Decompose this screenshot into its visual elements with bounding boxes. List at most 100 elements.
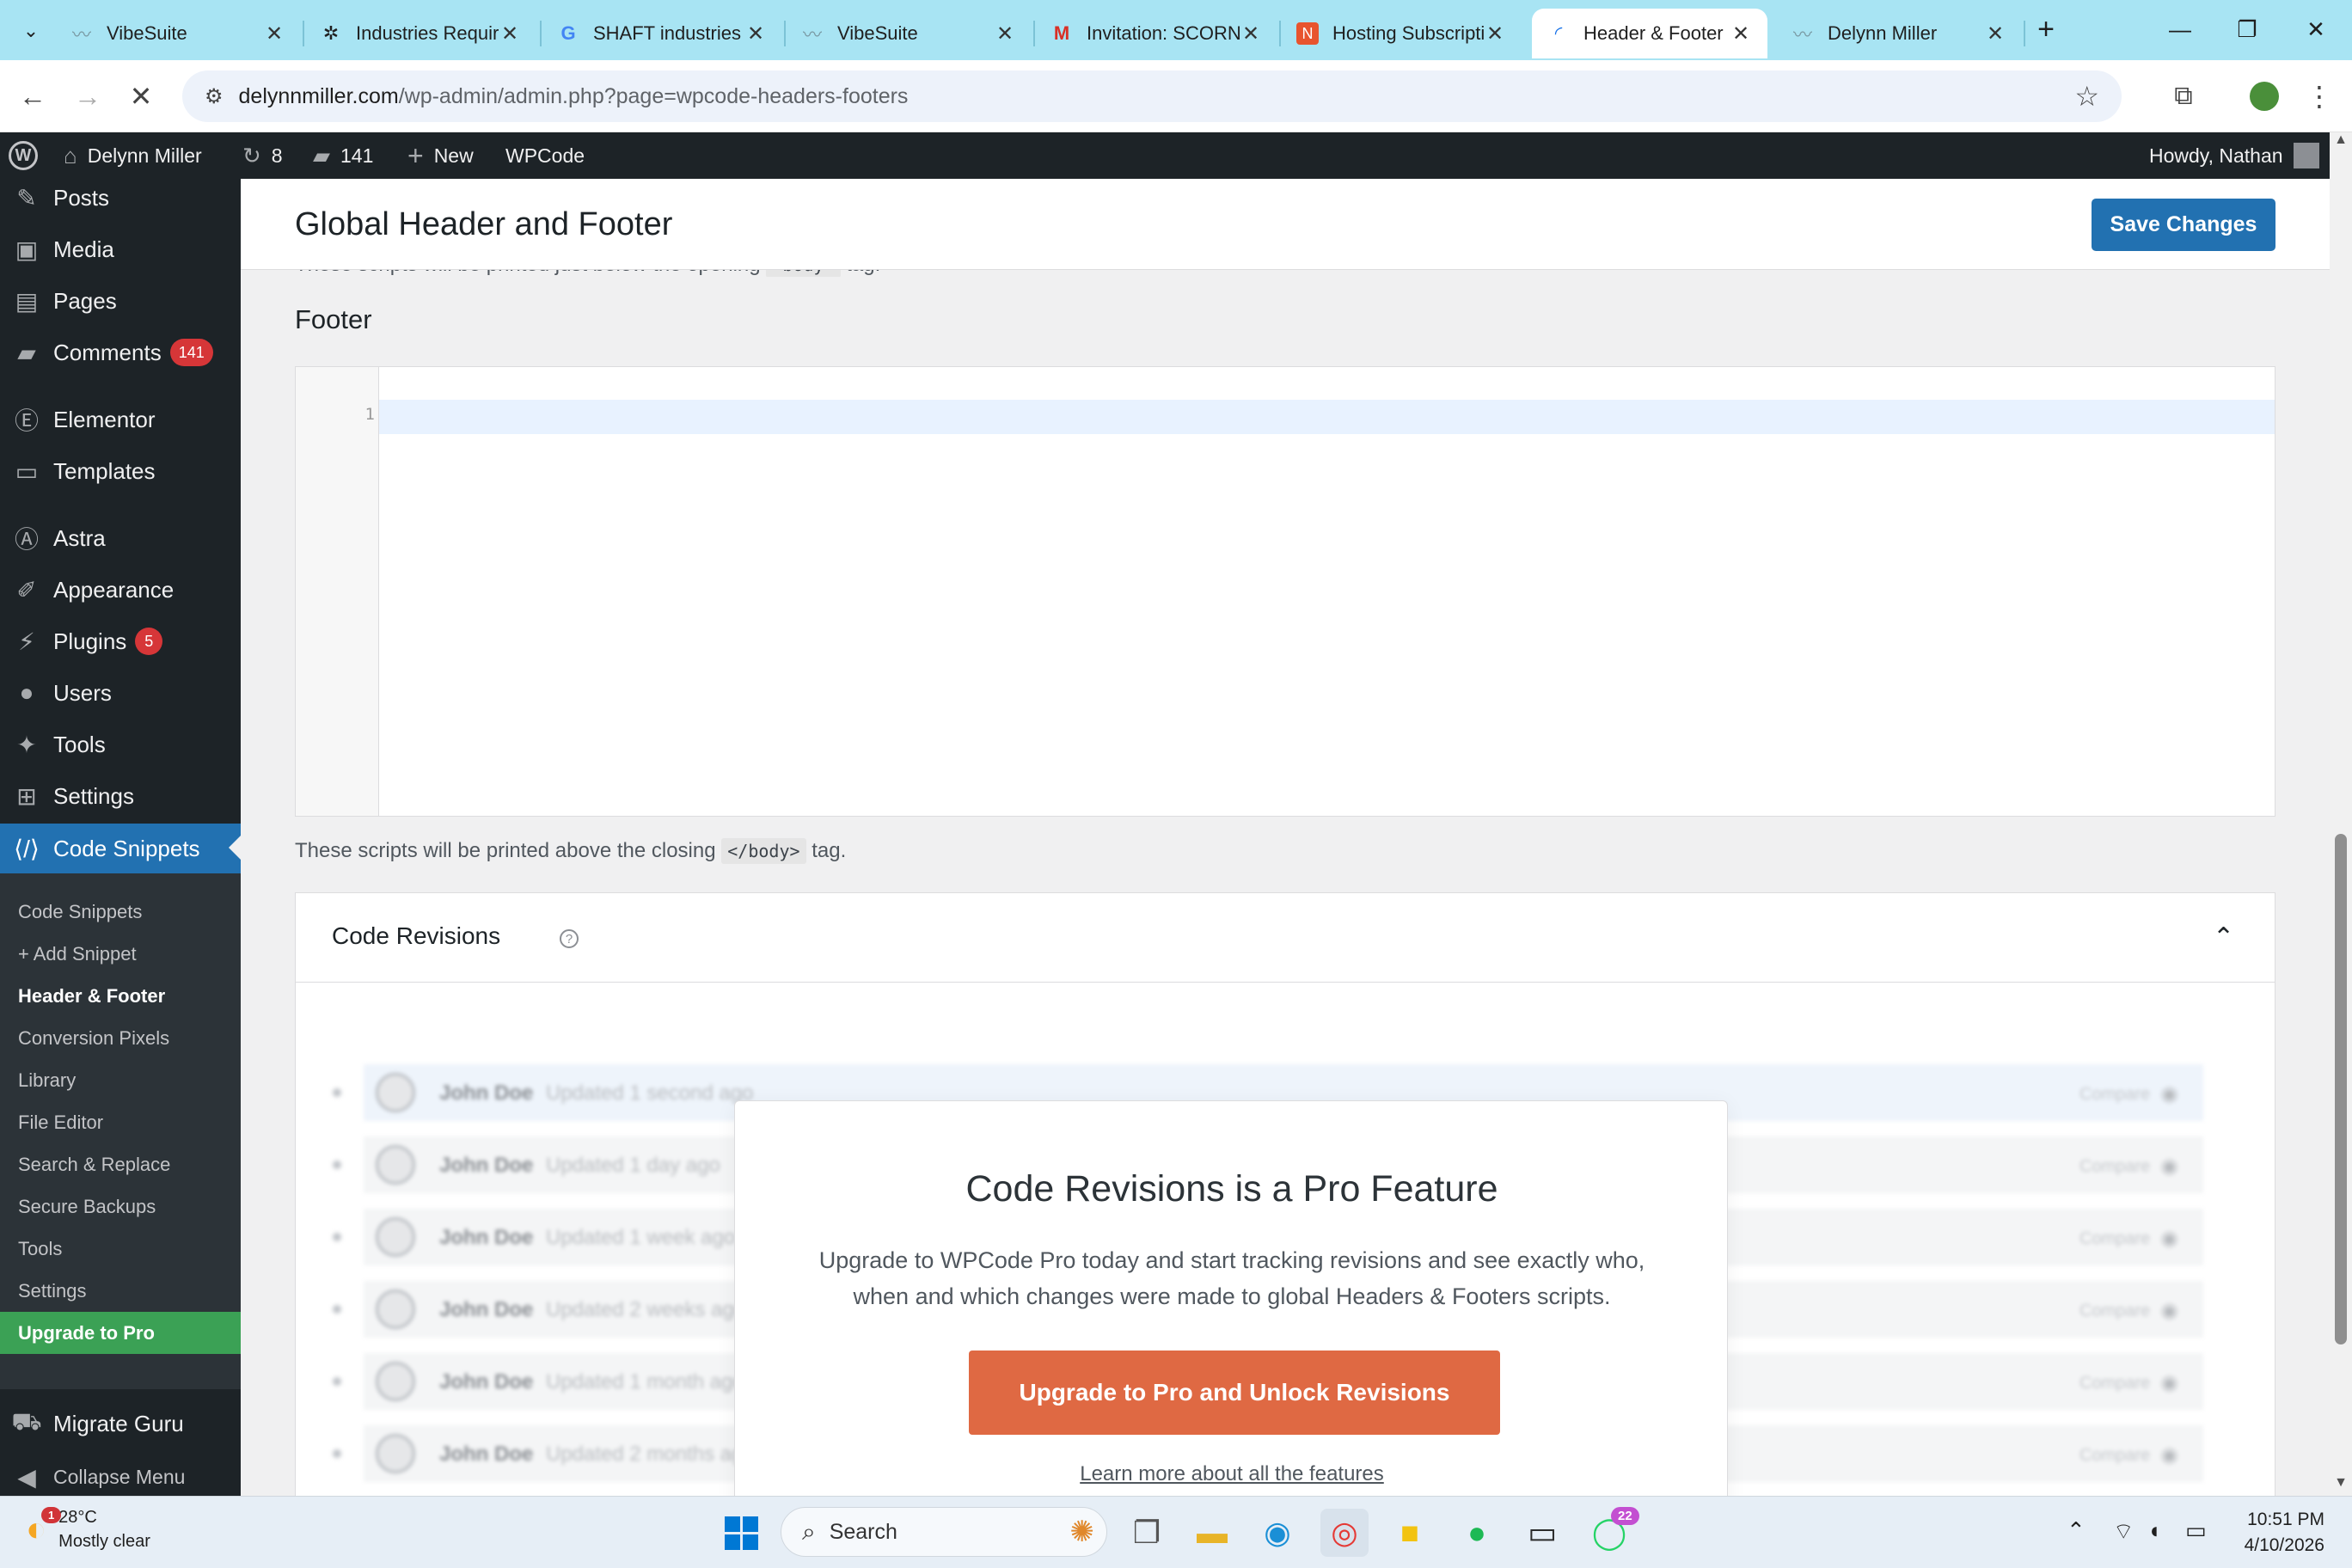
save-changes-button[interactable]: Save Changes	[2092, 199, 2275, 251]
close-tab-icon[interactable]: ✕	[1240, 21, 1262, 46]
chevron-up-icon[interactable]: ⌃	[2067, 1517, 2086, 1544]
eye-icon: ◉	[2160, 1299, 2178, 1322]
bookmark-star-icon[interactable]: ☆	[2074, 80, 2099, 113]
tab-search-button[interactable]: ⌄	[10, 12, 52, 50]
migrate-icon: ⛟	[11, 1408, 42, 1435]
submenu-file-editor[interactable]: File Editor	[0, 1101, 241, 1143]
volume-icon[interactable]: ◖	[2147, 1517, 2161, 1544]
submenu-settings[interactable]: Settings	[0, 1270, 241, 1312]
avatar	[376, 1434, 415, 1473]
collapse-menu-button[interactable]: ◀ Collapse Menu	[0, 1453, 241, 1501]
submenu-upgrade-to-pro[interactable]: Upgrade to Pro	[0, 1312, 241, 1354]
submenu-secure-backups[interactable]: Secure Backups	[0, 1185, 241, 1228]
forward-button[interactable]: →	[67, 76, 108, 117]
task-view-button[interactable]: ❐	[1123, 1509, 1171, 1557]
footer-code-editor[interactable]: 1	[295, 366, 2275, 817]
close-tab-icon[interactable]: ✕	[994, 21, 1016, 46]
gmail-icon: M	[1053, 22, 1070, 44]
browser-tab[interactable]: 〰 Delynn Miller ✕	[1776, 9, 2022, 58]
profile-button[interactable]	[2244, 76, 2285, 117]
taskbar-clock[interactable]: 10:51 PM 4/10/2026	[2235, 1507, 2324, 1559]
sidebar-item-tools[interactable]: ✦ Tools	[0, 720, 241, 769]
terminal-button[interactable]: ▭	[1518, 1509, 1566, 1557]
whatsapp-button[interactable]: ◯ 22	[1585, 1507, 1639, 1557]
site-info-icon[interactable]: ⚙	[205, 84, 224, 109]
submenu-header-footer[interactable]: Header & Footer	[0, 975, 241, 1017]
upgrade-unlock-revisions-button[interactable]: Upgrade to Pro and Unlock Revisions	[969, 1351, 1500, 1435]
extensions-button[interactable]: ⧉	[2163, 76, 2204, 117]
back-button[interactable]: ←	[12, 76, 53, 117]
submenu-library[interactable]: Library	[0, 1059, 241, 1101]
battery-icon[interactable]: ▭	[2185, 1517, 2207, 1544]
updates-link[interactable]: ↻ 8	[242, 132, 283, 179]
browser-tab-active[interactable]: ◜ Header & Footer ✕	[1532, 9, 1767, 58]
sidebar-item-settings[interactable]: ⊞ Settings	[0, 772, 241, 820]
submenu-tools[interactable]: Tools	[0, 1228, 241, 1270]
avatar	[376, 1289, 415, 1329]
sidebar-item-elementor[interactable]: Ⓔ Elementor	[0, 395, 241, 444]
eye-icon: ◉	[2160, 1082, 2178, 1106]
browser-tab[interactable]: G SHAFT industries ✕	[542, 9, 782, 58]
file-explorer-button[interactable]: ▬	[1188, 1509, 1236, 1557]
editor-active-line[interactable]	[379, 400, 2275, 434]
close-tab-icon[interactable]: ✕	[1730, 21, 1752, 46]
scrollbar-thumb[interactable]	[2335, 834, 2347, 1344]
close-tab-icon[interactable]: ✕	[263, 21, 285, 46]
wpcode-link[interactable]: WPCode	[505, 132, 585, 179]
close-icon: ✕	[2306, 15, 2325, 42]
my-account-link[interactable]: Howdy, Nathan	[2149, 132, 2319, 179]
learn-more-link[interactable]: Learn more about all the features	[735, 1462, 1729, 1486]
new-content-link[interactable]: + New	[407, 132, 474, 179]
expand-dot-icon	[333, 1377, 341, 1386]
sidebar-item-media[interactable]: ▣ Media	[0, 225, 241, 273]
close-tab-icon[interactable]: ✕	[744, 21, 767, 46]
taskbar-search[interactable]: ⌕ Search ✺	[781, 1507, 1107, 1557]
address-bar[interactable]: ⚙ delynnmiller.com/wp-admin/admin.php?pa…	[182, 70, 2122, 122]
sidebar-item-code-snippets[interactable]: ⟨/⟩ Code Snippets	[0, 824, 241, 873]
browser-tab[interactable]: M Invitation: SCORN ✕	[1035, 9, 1277, 58]
close-window-button[interactable]: ✕	[2290, 10, 2342, 48]
browser-tab[interactable]: 〰 VibeSuite ✕	[786, 9, 1032, 58]
sidebar-item-astra[interactable]: Ⓐ Astra	[0, 514, 241, 562]
sidebar-item-comments[interactable]: ▰ Comments 141	[0, 328, 241, 377]
spotify-button[interactable]: ●	[1453, 1509, 1501, 1557]
submenu-code-snippets[interactable]: Code Snippets	[0, 891, 241, 933]
scroll-down-icon[interactable]: ▼	[2330, 1475, 2352, 1491]
weather-widget[interactable]: ◐ 1 28°C Mostly clear	[26, 1505, 150, 1553]
sidebar-item-users[interactable]: ● Users	[0, 669, 241, 717]
sidebar-item-templates[interactable]: ▭ Templates	[0, 447, 241, 495]
new-tab-button[interactable]: +	[2020, 10, 2072, 48]
wordpress-logo[interactable]: W	[9, 132, 38, 179]
close-tab-icon[interactable]: ✕	[1984, 21, 2006, 46]
page-scrollbar[interactable]: ▲ ▼	[2330, 132, 2352, 1496]
wifi-icon[interactable]: ⌔	[2113, 1517, 2134, 1546]
comments-link[interactable]: ▰ 141	[313, 132, 373, 179]
browser-tab[interactable]: 〰 VibeSuite ✕	[55, 9, 301, 58]
sidebar-item-migrate-guru[interactable]: ⛟ Migrate Guru	[0, 1400, 241, 1448]
scroll-up-icon[interactable]: ▲	[2330, 132, 2352, 148]
edge-button[interactable]: ◉	[1253, 1509, 1302, 1557]
chrome-button[interactable]: ◎	[1320, 1509, 1369, 1557]
sidebar-item-plugins[interactable]: ⚡ Plugins 5	[0, 617, 241, 665]
site-name-link[interactable]: ⌂ Delynn Miller	[64, 132, 202, 179]
vibesuite-icon: 〰	[1792, 24, 1812, 46]
sticky-notes-button[interactable]: ■	[1386, 1509, 1434, 1557]
user-icon: ●	[19, 679, 34, 706]
submenu-conversion-pixels[interactable]: Conversion Pixels	[0, 1017, 241, 1059]
sidebar-item-appearance[interactable]: ✐ Appearance	[0, 566, 241, 614]
submenu-add-snippet[interactable]: + Add Snippet	[0, 933, 241, 975]
browser-menu-button[interactable]: ⋮	[2299, 76, 2340, 117]
start-button[interactable]	[717, 1509, 765, 1557]
expand-dot-icon	[333, 1305, 341, 1314]
sidebar-item-posts[interactable]: ✎ Posts	[0, 174, 241, 222]
folder-icon: ▬	[1197, 1515, 1228, 1550]
close-tab-icon[interactable]: ✕	[499, 21, 521, 46]
sidebar-item-pages[interactable]: ▤ Pages	[0, 277, 241, 325]
close-tab-icon[interactable]: ✕	[1484, 21, 1506, 46]
stop-button[interactable]: ✕	[120, 76, 162, 117]
browser-tab[interactable]: ✲ Industries Requiri ✕	[304, 9, 536, 58]
restore-button[interactable]: ❐	[2221, 10, 2273, 48]
minimize-button[interactable]: —	[2154, 10, 2206, 48]
browser-tab[interactable]: N Hosting Subscripti ✕	[1281, 9, 1522, 58]
submenu-search-replace[interactable]: Search & Replace	[0, 1143, 241, 1185]
